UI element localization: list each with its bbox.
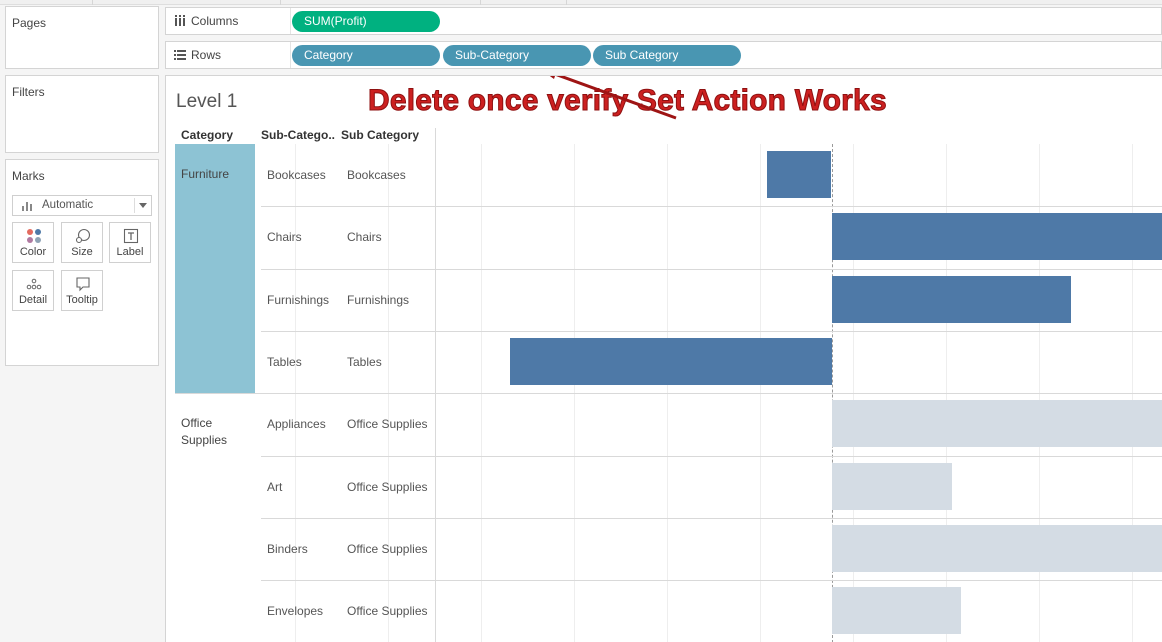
tooltip-button[interactable]: Tooltip — [61, 270, 103, 311]
profit-bar[interactable] — [510, 338, 832, 385]
profit-bar[interactable] — [832, 587, 961, 634]
row-divider — [261, 331, 1162, 332]
profit-bar[interactable] — [832, 213, 1162, 260]
sub-category-set-cell[interactable]: Office Supplies — [347, 480, 428, 494]
sub-category-set-cell[interactable]: Furnishings — [347, 293, 409, 307]
rows-shelf-label: Rows — [191, 48, 222, 62]
color-button[interactable]: Color — [12, 222, 54, 263]
tableau-workspace: Pages Filters Marks Automatic Color Size… — [0, 0, 1162, 642]
sub-category-cell[interactable]: Chairs — [267, 230, 302, 244]
columns-icon — [175, 15, 185, 26]
profit-pill[interactable]: SUM(Profit) — [292, 11, 440, 32]
detail-button-label: Detail — [18, 294, 48, 306]
mark-type-value: Automatic — [42, 199, 94, 211]
sub-category-cell[interactable]: Appliances — [267, 417, 326, 431]
sub-category-cell[interactable]: Furnishings — [267, 293, 329, 307]
row-divider — [175, 393, 1162, 394]
rows-shelf[interactable]: Rows Category Sub-Category Sub Category — [165, 41, 1162, 69]
profit-bar[interactable] — [832, 400, 1162, 447]
row-divider — [261, 580, 1162, 581]
filters-card-title: Filters — [12, 85, 45, 99]
size-button[interactable]: Size — [61, 222, 103, 263]
columns-shelf-label: Columns — [191, 14, 239, 28]
detail-button[interactable]: Detail — [12, 270, 54, 311]
pages-card[interactable]: Pages — [5, 6, 159, 69]
row-divider — [261, 518, 1162, 519]
sub-category-cell[interactable]: Binders — [267, 542, 308, 556]
category-pill[interactable]: Category — [292, 45, 440, 66]
sub-category-set-cell[interactable]: Tables — [347, 355, 382, 369]
label-button[interactable]: Label — [109, 222, 151, 263]
sub-category-set-cell[interactable]: Chairs — [347, 230, 382, 244]
row-divider — [261, 206, 1162, 207]
sub-category-cell[interactable]: Art — [267, 480, 282, 494]
mark-type-dropdown[interactable]: Automatic — [12, 195, 152, 216]
filters-card[interactable]: Filters — [5, 75, 159, 153]
label-button-label: Label — [116, 246, 144, 258]
sub-category-set-cell[interactable]: Office Supplies — [347, 417, 428, 431]
tab-divider — [566, 0, 567, 5]
sub-category-pill[interactable]: Sub-Category — [443, 45, 591, 66]
profit-bar[interactable] — [832, 276, 1071, 323]
pages-card-title: Pages — [12, 16, 47, 30]
profit-bar[interactable] — [832, 525, 1162, 572]
profit-bar[interactable] — [832, 463, 952, 510]
marks-card-title: Marks — [12, 169, 45, 183]
tab-divider — [480, 0, 481, 5]
viz-view: Level 1 Category Sub-Catego.. Sub Catego… — [165, 75, 1162, 642]
sub-category-set-pill[interactable]: Sub Category — [593, 45, 741, 66]
chevron-down-icon[interactable] — [139, 203, 147, 208]
category-label: Office Supplies — [181, 416, 228, 447]
bar-chart-icon — [22, 201, 34, 211]
top-tab-strip — [0, 0, 1162, 5]
row-divider — [261, 269, 1162, 270]
sub-category-cell[interactable]: Tables — [267, 355, 302, 369]
row-divider — [261, 456, 1162, 457]
columns-shelf[interactable]: Columns SUM(Profit) — [165, 7, 1162, 35]
tooltip-button-label: Tooltip — [66, 294, 98, 306]
color-button-label: Color — [19, 246, 47, 258]
marks-card: Marks Automatic Color Size Label Detail … — [5, 159, 159, 366]
data-table: Furniture Office Supplies Bookcases Bookc… — [175, 128, 1162, 642]
text-label-icon — [123, 228, 139, 244]
sub-category-cell[interactable]: Envelopes — [267, 604, 323, 618]
detail-dots-icon — [26, 278, 42, 290]
sub-category-set-cell[interactable]: Office Supplies — [347, 604, 428, 618]
tooltip-speech-icon — [76, 277, 90, 292]
sub-category-set-cell[interactable]: Office Supplies — [347, 542, 428, 556]
annotation-arrow-icon — [549, 76, 677, 120]
size-button-label: Size — [71, 246, 93, 258]
color-dots-icon — [27, 229, 41, 243]
size-icon — [75, 228, 91, 244]
tab-divider — [92, 0, 93, 5]
rows-icon — [174, 50, 186, 60]
tab-divider — [280, 0, 281, 5]
